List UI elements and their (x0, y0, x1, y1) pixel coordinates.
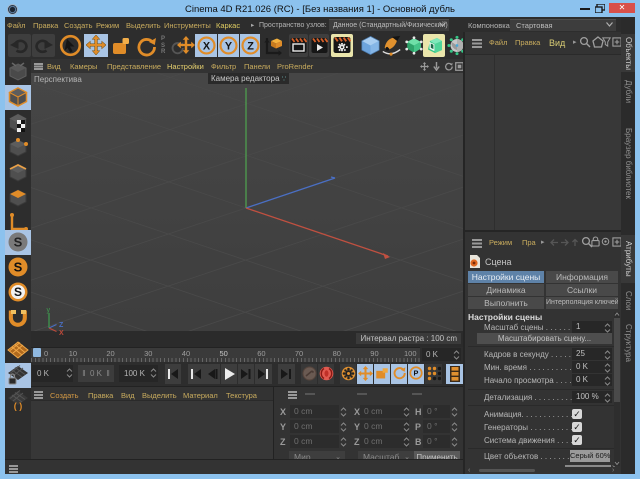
svg-text:P: P (414, 369, 419, 378)
svg-text:X: X (59, 330, 64, 336)
svg-text:Y: Y (225, 40, 233, 52)
svg-text:y: y (47, 307, 51, 314)
svg-text:S: S (14, 260, 23, 275)
svg-text:Z: Z (59, 322, 64, 329)
svg-text:S: S (14, 285, 22, 299)
svg-text:X: X (203, 40, 211, 52)
svg-text:( ): ( ) (14, 401, 23, 411)
svg-text:Z: Z (247, 40, 254, 52)
svg-text:S: S (14, 235, 23, 250)
